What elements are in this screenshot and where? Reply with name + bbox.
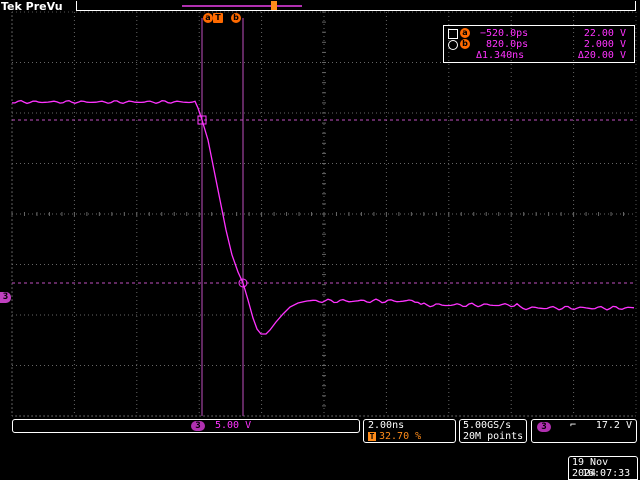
trigger-position-icon-small: T [368,432,376,441]
timebase-box[interactable]: 2.00ns T 32.70 % [363,419,456,443]
cursor-b-readout-marker: b [460,39,470,49]
waveform-display[interactable] [0,0,640,480]
cursor-b-marker[interactable]: b [231,13,241,23]
sample-rate: 5.00GS/s [463,420,512,431]
time: 16:07:33 [582,468,631,479]
trigger-box[interactable]: 3 ⌐ 17.2 V [531,419,637,443]
channel-3-scale-box[interactable]: 3 5.00 V [12,419,360,433]
square-cursor-icon [448,29,458,39]
graticule [11,11,637,417]
trigger-source-badge: 3 [537,422,551,432]
trigger-level: 17.2 V [595,420,632,431]
trigger-position-icon [271,1,277,10]
brand-logo: Tek PreVu [1,0,63,13]
cursor-b-voltage: 2.000 V [583,39,626,50]
acquisition-box[interactable]: 5.00GS/s 20M points [459,419,527,443]
falling-edge-icon: ⌐ [570,420,577,431]
record-length: 20M points [463,431,524,442]
channel-3-trace [12,99,635,335]
cursor-a-voltage: 22.00 V [583,28,626,39]
channel-3-ground-marker[interactable]: 3 [0,292,11,303]
channel-3-badge: 3 [191,421,205,431]
cursor-b-time: 820.0ps [486,39,529,50]
round-cursor-icon [448,40,458,50]
horizontal-scale: 2.00ns [368,420,405,431]
cursor-a-time: −520.0ps [480,28,529,39]
trigger-position-percent: 32.70 % [379,431,422,442]
cursor-a-marker[interactable]: a [203,13,213,23]
datetime-box: 19 Nov 2024 16:07:33 [568,456,638,480]
record-view-bar[interactable] [76,1,636,11]
trigger-marker[interactable]: T [213,13,223,23]
cursor-a-readout-marker: a [460,28,470,38]
cursor-delta-voltage: Δ20.00 V [577,50,626,61]
cursor-delta-time: Δ1.340ns [476,50,525,61]
channel-3-scale: 5.00 V [215,420,252,431]
record-window-indicator [182,5,302,7]
cursor-readout-panel: a −520.0ps 22.00 V b 820.0ps 2.000 V Δ1.… [443,25,635,63]
